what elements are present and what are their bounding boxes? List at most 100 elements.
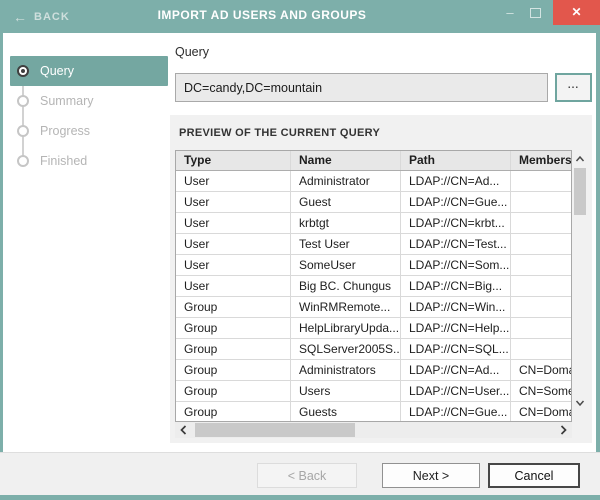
table-row[interactable]: Group HelpLibraryUpda... LDAP://CN=Help... [176,318,571,339]
table-cell: Group [176,402,291,421]
table-cell: LDAP://CN=User... [401,381,511,401]
column-header[interactable]: Type [176,151,291,170]
step-summary[interactable]: Summary [3,86,167,116]
table-cell: CN=Doma [519,405,571,419]
table-cell: LDAP://CN=SQL... [401,339,511,359]
close-button[interactable]: ✕ [553,0,600,25]
table-row[interactable]: Group SQLServer2005S... LDAP://CN=SQL... [176,339,571,360]
step-radio-icon [17,125,29,137]
table-cell [511,213,571,233]
table-row[interactable]: User Guest LDAP://CN=Gue... [176,192,571,213]
table-cell: Guest [291,192,401,212]
table-cell: krbtgt [291,213,401,233]
table-cell: Group [176,318,291,338]
step-finished[interactable]: Finished [3,146,167,176]
table-cell: User [176,171,291,191]
table-cell [511,276,571,296]
scroll-down-icon[interactable] [575,398,585,408]
preview-table-body: User Administrator LDAP://CN=Ad... User Gues… [176,171,571,421]
table-cell: Administrator [291,171,401,191]
table-row[interactable]: User Big BC. Chungus LDAP://CN=Big... [176,276,571,297]
preview-table-main: Type Name Path Members User Administrator LDA… [175,150,572,422]
preview-table: Type Name Path Members User Administrator LDA… [175,150,588,422]
vertical-scrollbar-thumb[interactable] [574,168,586,215]
table-cell: LDAP://CN=Gue... [401,192,511,212]
table-cell: SQLServer2005S... [291,339,401,359]
next-button[interactable]: Next > [382,463,480,488]
window-border-bottom [0,495,600,500]
table-cell: Big BC. Chungus [291,276,401,296]
step-label: Progress [40,124,91,138]
table-cell [511,171,571,191]
column-header[interactable]: Members [511,151,571,170]
table-cell [511,339,571,359]
horizontal-scrollbar-thumb[interactable] [195,423,355,437]
table-cell [511,318,571,338]
titlebar-back-label: BACK [34,10,70,23]
table-row[interactable]: Group Administrators LDAP://CN=Ad... CN=Dom… [176,360,571,381]
table-cell: CN=Doma [519,363,571,377]
table-cell: Group [176,381,291,401]
step-radio-icon [17,65,29,77]
table-cell: LDAP://CN=Test... [401,234,511,254]
preview-panel: PREVIEW OF THE CURRENT QUERY Type Name Pat… [170,115,592,443]
table-cell: Group [176,297,291,317]
step-query[interactable]: Query [10,56,168,86]
step-progress[interactable]: Progress [3,116,167,146]
minimize-icon: – [506,5,514,20]
scroll-right-icon[interactable] [557,424,569,436]
table-cell: LDAP://CN=Win... [401,297,511,317]
horizontal-scrollbar[interactable] [175,422,572,438]
titlebar: ← BACK IMPORT AD USERS AND GROUPS – ✕ [0,0,600,33]
table-row[interactable]: User SomeUser LDAP://CN=Som... [176,255,571,276]
table-row[interactable]: GroupUsersLDAP://CN=User... CN=Somel [176,381,571,402]
maximize-button[interactable] [530,8,541,18]
table-cell: Group [176,360,291,380]
table-cell: Test User [291,234,401,254]
table-cell: LDAP://CN=Help... [401,318,511,338]
table-cell: User [176,192,291,212]
window-title: IMPORT AD USERS AND GROUPS [157,8,367,22]
table-row[interactable]: Group Guests LDAP://CN=Gue... CN=Doma [176,402,571,421]
table-cell: LDAP://CN=Som... [401,255,511,275]
table-cell: Group [176,339,291,359]
close-icon: ✕ [571,5,582,19]
table-cell [511,297,571,317]
table-row[interactable]: User Test User LDAP://CN=Test... [176,234,571,255]
minimize-button[interactable]: – [503,6,517,20]
table-row[interactable]: Group WinRMRemote... LDAP://CN=Win... [176,297,571,318]
step-radio-icon [17,155,29,167]
table-cell [511,234,571,254]
table-cell: LDAP://CN=Big... [401,276,511,296]
table-cell: LDAP://CN=Gue... [401,402,511,421]
scroll-up-icon[interactable] [575,154,585,164]
import-ad-wizard-window: ← BACK IMPORT AD USERS AND GROUPS – ✕ Qu… [0,0,600,500]
table-cell: User [176,276,291,296]
vertical-scrollbar[interactable] [572,150,588,415]
column-header[interactable]: Path [401,151,511,170]
table-row[interactable]: User krbtgt LDAP://CN=krbt... [176,213,571,234]
step-label: Finished [40,154,88,168]
cancel-button[interactable]: Cancel [488,463,580,488]
table-cell: Guests [291,402,401,421]
table-cell: LDAP://CN=Ad... [401,171,511,191]
table-cell [511,255,571,275]
back-button[interactable]: < Back [257,463,357,488]
table-cell: HelpLibraryUpda... [291,318,401,338]
step-label: Summary [40,94,94,108]
table-cell: Administrators [291,360,401,380]
footer-bar: < Back Next > Cancel [0,452,600,495]
preview-panel-title: PREVIEW OF THE CURRENT QUERY [179,127,381,139]
table-cell: User [176,213,291,233]
table-cell: User [176,234,291,254]
query-input[interactable] [175,73,548,102]
window-border-right [596,33,600,500]
scroll-left-icon[interactable] [178,424,190,436]
browse-query-button[interactable]: ... [555,73,592,102]
query-section-label: Query [175,45,210,59]
table-row[interactable]: User Administrator LDAP://CN=Ad... [176,171,571,192]
table-cell: WinRMRemote... [291,297,401,317]
titlebar-back-button[interactable]: ← BACK [13,0,70,33]
column-header[interactable]: Name [291,151,401,170]
table-cell: LDAP://CN=Ad... [401,360,511,380]
